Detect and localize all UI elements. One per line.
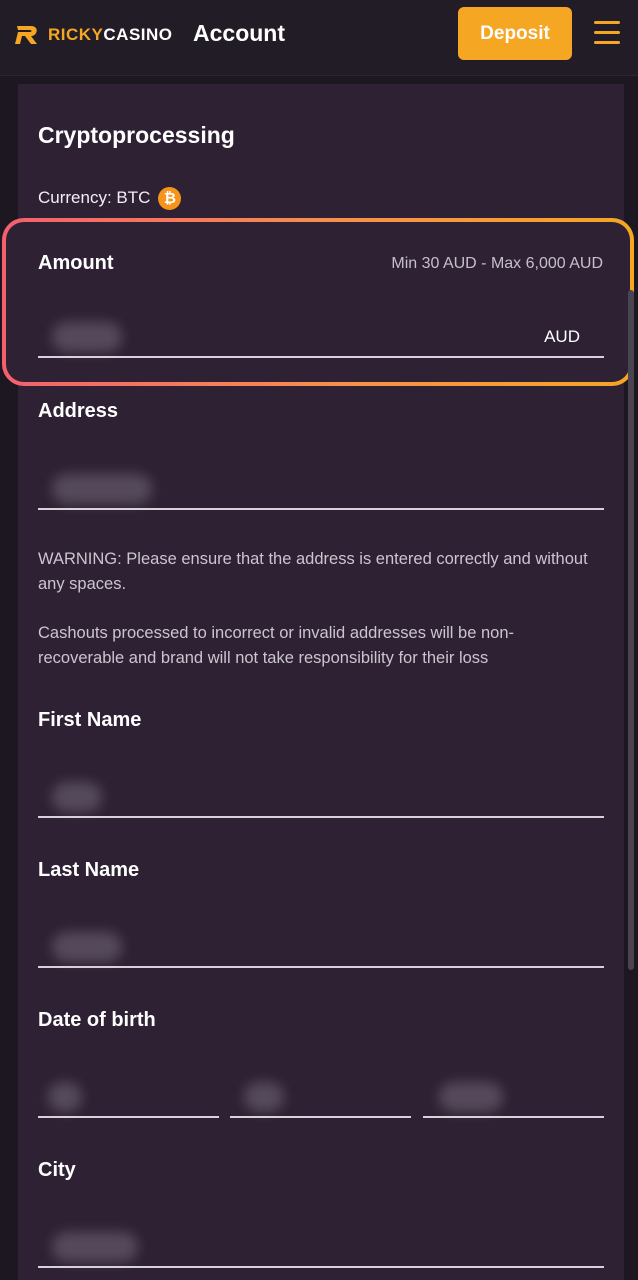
scrollbar[interactable] <box>628 290 634 970</box>
currency-label: Currency: BTC <box>38 188 151 207</box>
dob-year-value-redacted <box>439 1082 503 1112</box>
first-name-label: First Name <box>38 709 142 731</box>
ricky-logo-icon <box>15 26 37 44</box>
city-value-redacted <box>52 1232 138 1262</box>
top-bar: RICKYCASINO Account Deposit <box>0 0 638 76</box>
last-name-label: Last Name <box>38 859 140 881</box>
hamburger-menu-icon[interactable] <box>594 21 622 45</box>
logo[interactable]: RICKYCASINO <box>14 22 173 48</box>
last-name-field[interactable] <box>38 926 604 968</box>
dob-month-value-redacted <box>244 1082 284 1112</box>
address-field[interactable] <box>38 468 604 510</box>
currency-row: Currency: BTC ₿ <box>38 186 182 210</box>
dob-month-field[interactable] <box>230 1076 411 1118</box>
logo-text: RICKYCASINO <box>48 25 173 44</box>
withdraw-form-panel: Cryptoprocessing Currency: BTC ₿ Address… <box>18 84 624 1280</box>
dob-day-field[interactable] <box>38 1076 219 1118</box>
bitcoin-icon: ₿ <box>158 186 182 210</box>
date-of-birth-label: Date of birth <box>38 1009 156 1031</box>
dob-year-field[interactable] <box>423 1076 604 1118</box>
page-title: Account <box>193 20 285 46</box>
address-warning-text: WARNING: Please ensure that the address … <box>38 550 588 593</box>
city-label: City <box>38 1159 76 1181</box>
first-name-field[interactable] <box>38 776 604 818</box>
dob-day-value-redacted <box>48 1082 82 1112</box>
deposit-button[interactable]: Deposit <box>458 7 572 60</box>
first-name-value-redacted <box>52 782 102 812</box>
address-label: Address <box>38 400 119 422</box>
last-name-value-redacted <box>52 932 122 962</box>
form-title: Cryptoprocessing <box>38 122 235 148</box>
city-field[interactable] <box>38 1226 604 1268</box>
address-disclaimer-text: Cashouts processed to incorrect or inval… <box>38 624 514 667</box>
address-value-redacted <box>52 474 152 504</box>
